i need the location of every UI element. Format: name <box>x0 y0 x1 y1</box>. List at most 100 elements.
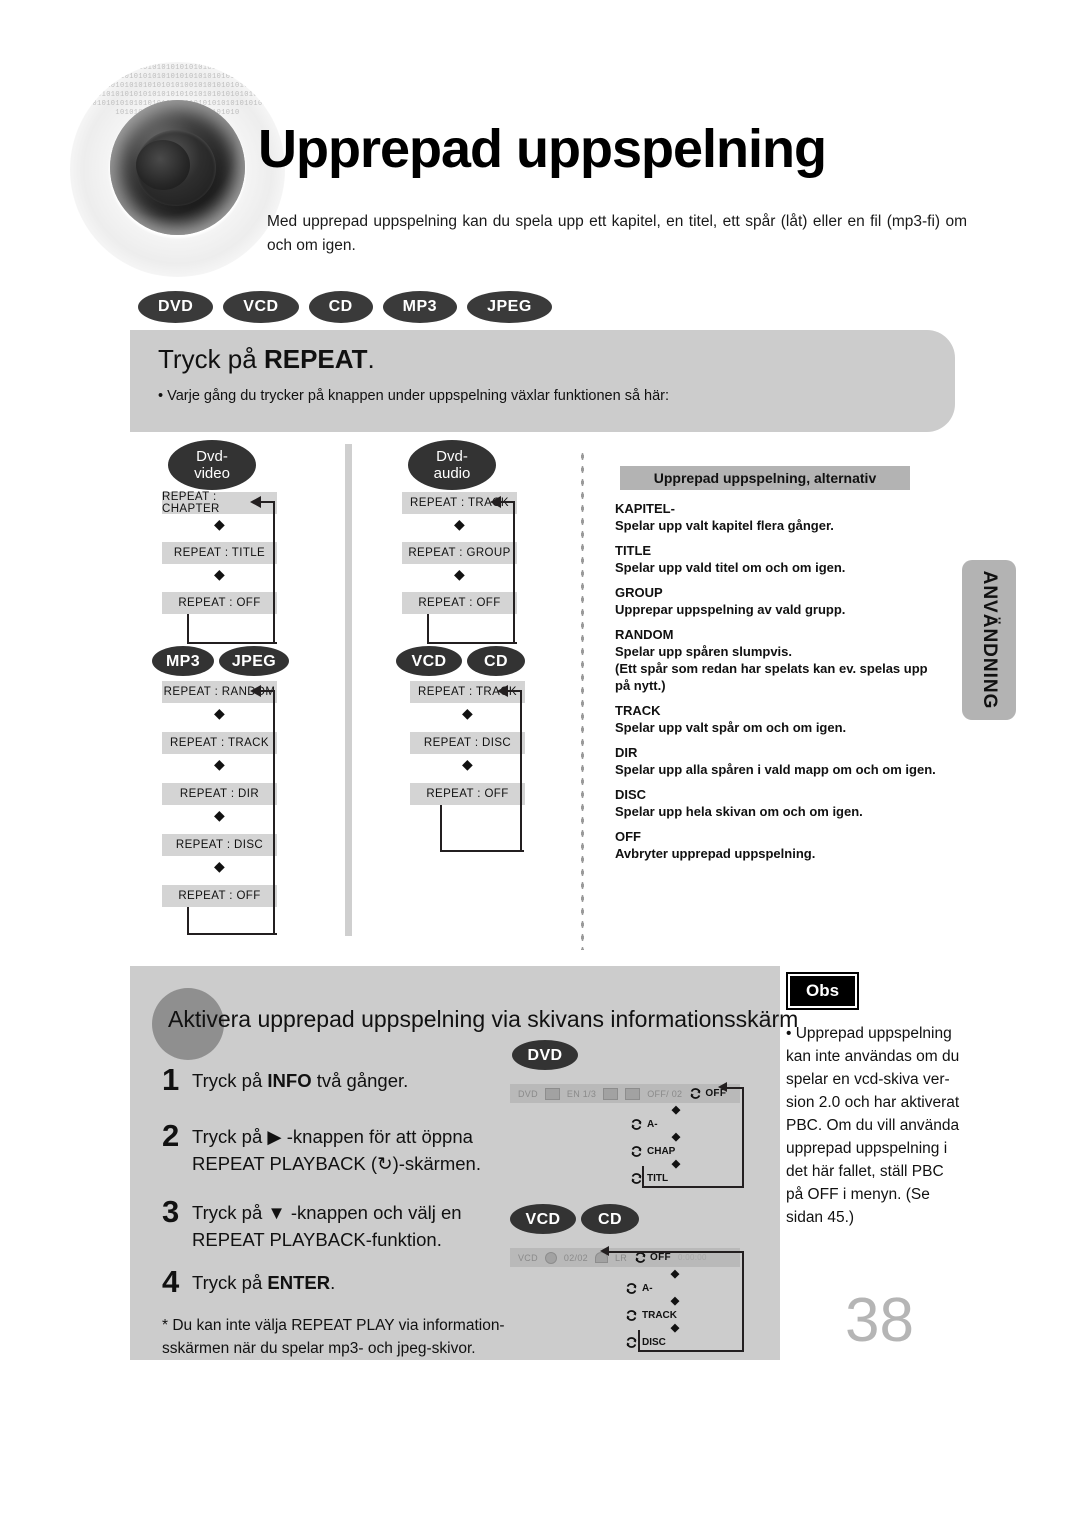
step-text-3: Tryck på ▼ -knappen och välj en REPEAT P… <box>192 1199 462 1253</box>
subtitle-icon <box>544 1087 560 1100</box>
alternatives-term: KAPITEL- <box>615 501 675 516</box>
alternatives-desc: Spelar upp vald titel om och om igen. <box>615 560 846 575</box>
alternatives-desc: Upprepar uppspelning av vald grupp. <box>615 602 846 617</box>
step-text-2: Tryck på ▶ -knappen för att öppna REPEAT… <box>192 1123 481 1177</box>
osd-dvd-loop-left <box>642 1166 644 1188</box>
osd-dvd-arrowhead-icon <box>718 1082 727 1092</box>
flow-arrow-down: ◆ <box>214 705 225 721</box>
repeat-icon <box>625 1282 638 1295</box>
step-number-1: 1 <box>162 1062 180 1097</box>
flow-loop-top <box>260 690 275 692</box>
flow-arrow-down: ◆ <box>214 807 225 823</box>
flow-step-box: REPEAT : GROUP <box>402 542 517 564</box>
osd-cycle-item: DISC <box>625 1334 725 1351</box>
flow-loop-return <box>273 503 275 642</box>
flow-step-box: REPEAT : DISC <box>410 732 525 754</box>
osd-cycle-label: TITL <box>647 1173 669 1184</box>
panel-bullet-text: • Varje gång du trycker på knappen under… <box>158 388 670 404</box>
alternatives-desc: Spelar upp valt kapitel flera gånger. <box>615 518 834 533</box>
flow-step-box: REPEAT : DIR <box>162 783 277 805</box>
flow-step-box: REPEAT : OFF <box>162 885 277 907</box>
flow-step-box: REPEAT : TITLE <box>162 542 277 564</box>
repeat-icon <box>630 1145 643 1158</box>
osd-cycle-label: A- <box>647 1119 658 1130</box>
flow-step-box: REPEAT : DISC <box>162 834 277 856</box>
flow-pill-vcd: VCD <box>396 646 462 676</box>
osd-dvd-subtitle: OFF/ 02 <box>647 1088 683 1099</box>
alternatives-item: TITLE Spelar upp vald titel om och om ig… <box>615 542 945 576</box>
osd-bar-dvd: DVD EN 1/3 OFF/ 02 OFF <box>510 1084 740 1103</box>
alternatives-item: DISC Spelar upp hela skivan om och om ig… <box>615 786 945 820</box>
dotted-separator <box>580 450 584 950</box>
alternatives-term: TITLE <box>615 543 652 558</box>
flow-pill-cd: CD <box>467 646 525 676</box>
osd-dvd-loop-right <box>742 1088 744 1188</box>
manual-page: 0101010101010010101010101010101010101010… <box>0 0 1080 1528</box>
alternatives-desc: Spelar upp alla spåren i vald mapp om oc… <box>615 762 936 777</box>
page-title: Upprepad uppspelning <box>258 119 827 179</box>
flow-loop-path <box>187 907 277 935</box>
alternatives-item: OFF Avbryter upprepad uppspelning. <box>615 828 945 862</box>
step-3-line2: REPEAT PLAYBACK-funktion. <box>192 1229 442 1250</box>
flow-loop-path <box>427 614 517 644</box>
panel-heading-strong: REPEAT <box>263 344 368 374</box>
alternatives-term: RANDOM <box>615 627 674 642</box>
flow-arrow-down: ◆ <box>214 516 225 532</box>
alternatives-item: RANDOM Spelar upp spåren slumpvis. (Ett … <box>615 626 945 694</box>
osd-vcd-channel: LR <box>614 1252 628 1263</box>
osd-cycle-label: CHAP <box>647 1146 676 1157</box>
flow-arrowhead-icon <box>497 685 508 697</box>
osd-cycle-label: DISC <box>642 1337 666 1348</box>
osd-vcd-loop-left <box>638 1330 640 1352</box>
step-number-2: 2 <box>162 1118 180 1153</box>
alternatives-term: TRACK <box>615 703 661 718</box>
step-1-text-b: två gånger. <box>311 1070 409 1091</box>
flow-arrow-down: ◆ <box>214 756 225 772</box>
osd-pill-cd: CD <box>581 1204 639 1234</box>
media-badge-vcd: VCD <box>223 291 299 323</box>
alternatives-item: TRACK Spelar upp valt spår om och om ige… <box>615 702 945 736</box>
flow-loop-top <box>500 501 515 503</box>
step-3-line1: Tryck på ▼ -knappen och välj en <box>192 1202 462 1223</box>
panel-heading: Tryck på REPEAT. <box>158 344 375 375</box>
osd-vcd-time: 0:00:00 <box>677 1253 707 1262</box>
osd-pill-vcd: VCD <box>510 1204 576 1234</box>
section-side-tab: ANVÄNDNING <box>962 560 1016 720</box>
intro-paragraph: Med upprepad uppspelning kan du spela up… <box>267 213 967 254</box>
flow-pill-dvd-audio: Dvd- audio <box>408 440 496 490</box>
flow-step-box: REPEAT : TRACK <box>162 732 277 754</box>
flow-arrow-down: ◆ <box>214 858 225 874</box>
media-badge-row: DVD VCD CD MP3 JPEG <box>138 291 552 323</box>
cycle-arrow: ◆ <box>670 1295 680 1307</box>
flow-pill-dvd-video-line2: video <box>194 465 230 482</box>
osd-vcd-cycle-list: ◆ A- ◆ TRACK ◆ DISC <box>625 1269 725 1351</box>
note-badge: Obs <box>790 976 856 1006</box>
flow-loop-return <box>513 503 515 642</box>
flow-arrow-down: ◆ <box>454 516 465 532</box>
flow-pill-dvd-audio-line2: audio <box>433 465 471 482</box>
osd-cycle-label: A- <box>642 1283 653 1294</box>
audio-format-icon <box>603 1087 619 1100</box>
step-4-text-a: Tryck på <box>192 1272 268 1293</box>
step-number-4: 4 <box>162 1264 180 1299</box>
speaker-cone-inner <box>136 140 190 190</box>
flow-loop-path <box>187 614 277 644</box>
flow-step-box: REPEAT : OFF <box>402 592 517 614</box>
osd-vcd-loop-bottom <box>638 1350 742 1352</box>
osd-pill-dvd: DVD <box>512 1040 578 1070</box>
alternatives-term: GROUP <box>615 585 663 600</box>
info-screen-heading: Aktivera upprepad uppspelning via skivan… <box>168 1006 799 1032</box>
repeat-instruction-panel: Tryck på REPEAT. • Varje gång du trycker… <box>130 330 955 432</box>
osd-vcd-loop-top <box>608 1251 744 1253</box>
flow-arrowhead-icon <box>250 496 261 508</box>
alternatives-term: DIR <box>615 745 638 760</box>
alternatives-term: OFF <box>615 829 641 844</box>
step-2-line2: REPEAT PLAYBACK (↻)-skärmen. <box>192 1153 481 1174</box>
alternatives-heading: Upprepad uppspelning, alternativ <box>620 466 910 490</box>
osd-dvd-loop-top <box>726 1087 744 1089</box>
repeat-icon <box>689 1087 702 1100</box>
section-side-tab-label: ANVÄNDNING <box>979 570 1000 710</box>
step-number-3: 3 <box>162 1194 180 1229</box>
alternatives-desc: Spelar upp hela skivan om och om igen. <box>615 804 863 819</box>
page-number: 38 <box>845 1286 914 1355</box>
